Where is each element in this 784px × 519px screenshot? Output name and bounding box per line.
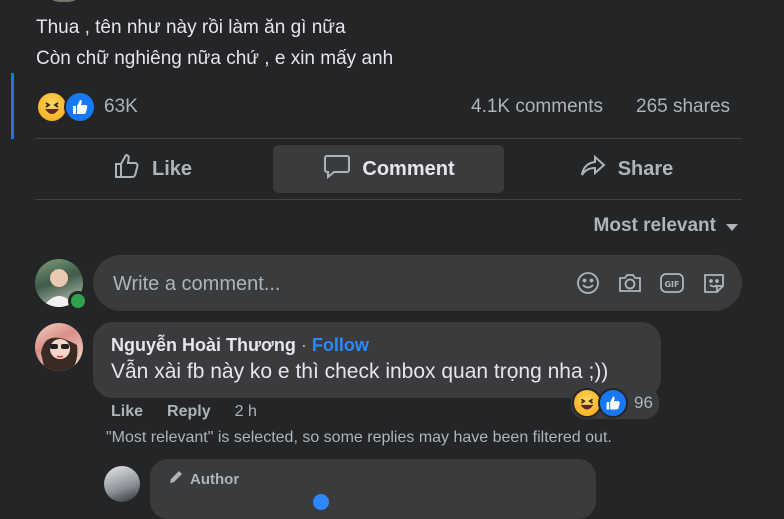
- comment-timestamp[interactable]: 2 h: [235, 403, 257, 421]
- commenter-avatar[interactable]: [35, 323, 83, 371]
- comments-count[interactable]: 4.1K comments: [471, 96, 603, 118]
- reactions-count[interactable]: 63K: [104, 96, 138, 118]
- follow-link[interactable]: Follow: [312, 335, 369, 355]
- like-thumb-icon: [112, 151, 142, 187]
- comment-composer[interactable]: GIF: [93, 255, 742, 313]
- sort-label: Most relevant: [593, 215, 716, 236]
- reply-avatar[interactable]: [104, 466, 140, 502]
- comment-text: Vẫn xài fb này ko e thì check inbox quan…: [111, 360, 609, 383]
- gif-icon[interactable]: GIF: [659, 270, 685, 296]
- like-button-label: Like: [151, 157, 193, 180]
- camera-icon[interactable]: [617, 270, 643, 296]
- comment-button[interactable]: Comment: [273, 145, 504, 193]
- author-badge: Author: [168, 469, 239, 489]
- share-button[interactable]: Share: [509, 145, 742, 193]
- reaction-summary[interactable]: [36, 91, 96, 123]
- like-button[interactable]: Like: [36, 145, 268, 193]
- comment-author-line: Nguyễn Hoài Thương · Follow: [111, 335, 369, 356]
- caret-down-icon: [726, 224, 738, 231]
- share-arrow-icon: [578, 151, 608, 187]
- post-text-line-2: Còn chữ nghiêng nữa chứ , e xin mấy anh: [36, 48, 394, 69]
- previous-avatar-fragment: [44, 0, 84, 2]
- like-reaction-icon: [64, 91, 96, 123]
- comment-like-button[interactable]: Like: [111, 403, 143, 421]
- comment-input[interactable]: [111, 255, 555, 313]
- comment-bubble-icon: [322, 151, 352, 187]
- comment-separator: ·: [300, 335, 307, 355]
- shares-count[interactable]: 265 shares: [636, 96, 730, 118]
- divider-top: [35, 138, 742, 139]
- emoji-icon[interactable]: [575, 270, 601, 296]
- svg-text:GIF: GIF: [664, 280, 679, 289]
- sort-dropdown[interactable]: Most relevant: [594, 215, 738, 237]
- online-status-dot: [68, 291, 88, 311]
- comment-reply-button[interactable]: Reply: [167, 403, 211, 421]
- sticker-icon[interactable]: [701, 270, 727, 296]
- verified-badge-icon: [313, 494, 329, 510]
- like-reaction-icon: [598, 388, 628, 418]
- reply-bubble: [150, 459, 596, 519]
- comment-actions: Like Reply 2 h: [111, 403, 257, 421]
- comment-reaction-count: 96: [634, 393, 653, 412]
- accent-bar: [11, 73, 14, 139]
- author-badge-label: Author: [190, 470, 240, 488]
- divider-bottom: [35, 199, 742, 200]
- post-text-line-1: Thua , tên như này rồi làm ăn gì nữa: [36, 17, 346, 38]
- comment-reactions[interactable]: 96: [571, 387, 659, 419]
- pencil-icon: [168, 469, 184, 489]
- comment-button-label: Comment: [362, 157, 455, 180]
- comment-author[interactable]: Nguyễn Hoài Thương: [111, 335, 296, 355]
- share-button-label: Share: [617, 157, 674, 180]
- filter-note: "Most relevant" is selected, so some rep…: [106, 429, 612, 446]
